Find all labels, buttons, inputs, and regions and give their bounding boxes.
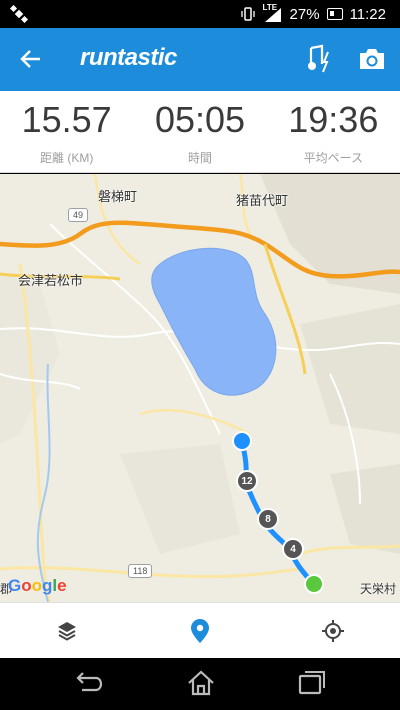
my-location-icon [321,620,344,642]
back-icon[interactable] [74,670,104,696]
duration-label: 時間 [187,151,212,165]
route-map[interactable]: 磐梯町 猪苗代町 会津若松市 天栄村 郡 49 118 12 8 4 Googl… [0,174,400,602]
map-label-aizuwakamatsu: 会津若松市 [18,273,84,288]
pace-stat: 19:36 平均ペース [267,91,400,172]
runtastic-logo: runtastic [80,44,177,71]
clock: 11:22 [349,5,386,23]
map-label-tenei: 天栄村 [360,582,397,596]
route-marker-km: 12 [236,470,258,492]
layers-button[interactable] [0,603,133,659]
duration-value: 05:05 [154,99,246,140]
back-arrow-icon[interactable] [20,48,42,70]
route-marker-km: 4 [282,538,304,560]
battery-percent: 27% [289,5,320,23]
recent-apps-icon[interactable] [296,670,326,696]
app-bar: runtastic [0,28,400,91]
system-navbar [0,658,400,710]
map-canvas [0,174,400,602]
home-icon[interactable] [186,670,216,696]
route-pin-button[interactable] [133,603,266,659]
google-logo: Google [8,576,67,595]
road-shield-118: 118 [128,564,153,578]
layers-icon [57,622,76,641]
map-label-bandai: 磐梯町 [98,189,138,204]
distance-stat: 15.57 距離 (KM) [0,91,133,172]
signal-icon: LTE [263,3,283,22]
route-marker-km: 8 [257,508,279,530]
satellite-icon [10,5,28,23]
distance-label: 距離 (KM) [40,151,94,165]
road-shield-49: 49 [68,208,89,222]
my-location-button[interactable] [266,603,399,659]
pace-value: 19:36 [288,99,379,140]
pace-label: 平均ペース [303,151,364,165]
distance-value: 15.57 [21,99,112,140]
battery-icon [326,8,343,20]
map-label-inawashiro: 猪苗代町 [236,193,289,208]
stats-panel: 15.57 距離 (KM) 05:05 時間 19:36 平均ペース [0,91,400,173]
vibrate-icon [240,7,255,21]
location-pin-icon [190,619,209,643]
music-power-song-icon[interactable] [306,44,332,74]
map-toolbar [0,602,400,658]
camera-icon[interactable] [358,47,386,71]
duration-stat: 05:05 時間 [133,91,266,172]
status-bar: LTE 27% 11:22 [0,0,400,28]
